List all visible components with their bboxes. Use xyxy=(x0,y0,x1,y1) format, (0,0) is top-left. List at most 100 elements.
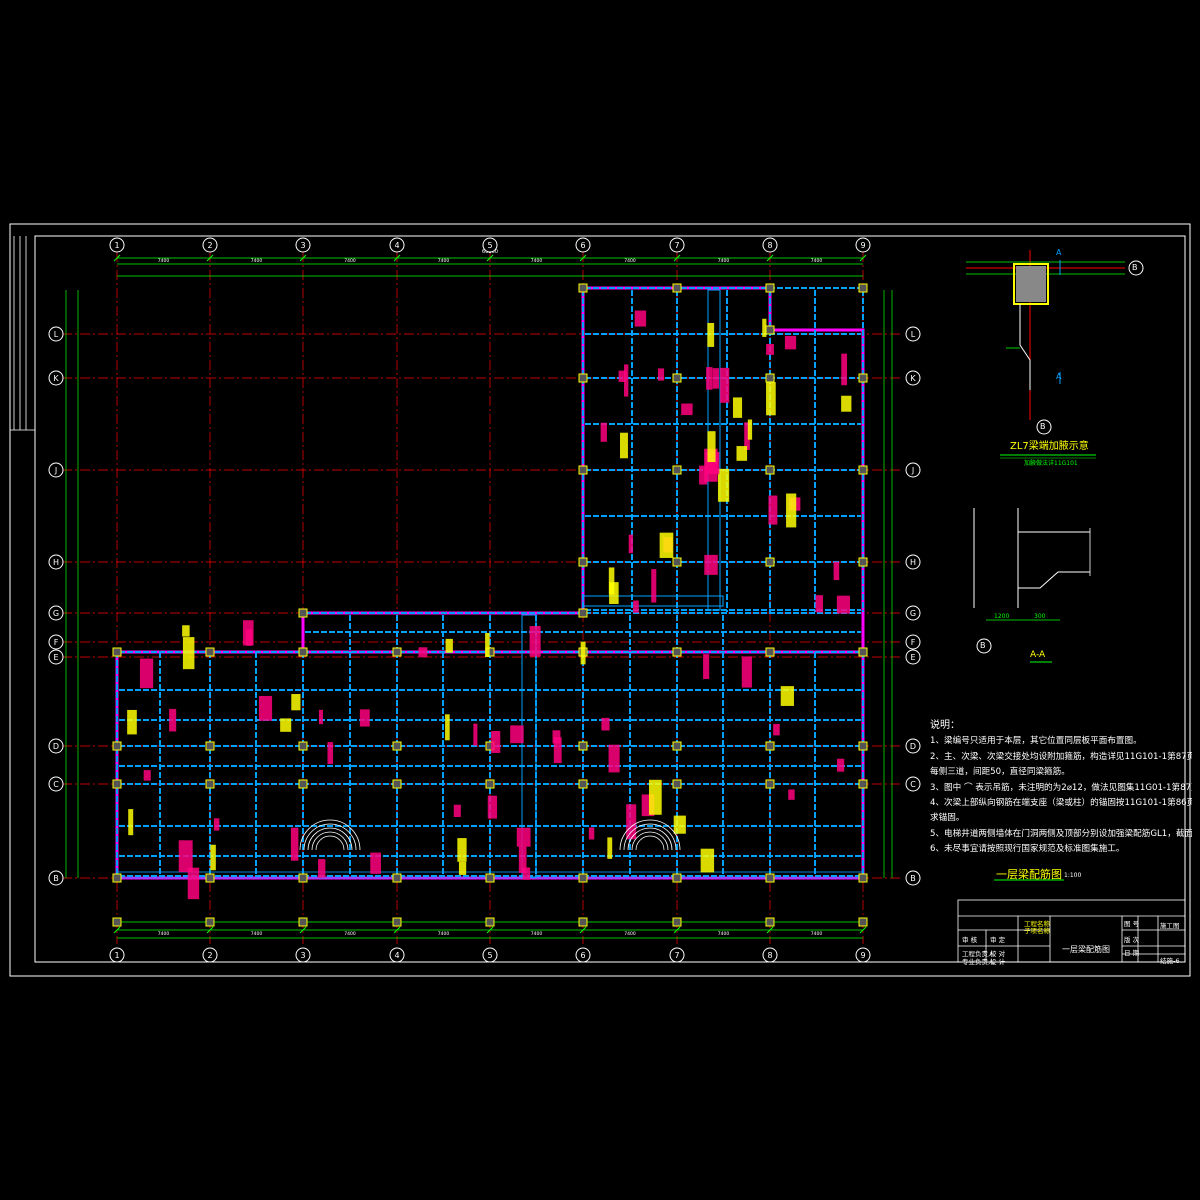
axis-label: D xyxy=(910,742,916,751)
beam-label xyxy=(815,595,823,613)
column xyxy=(765,557,775,567)
section-mark-top: A xyxy=(1056,248,1062,257)
column xyxy=(205,873,215,883)
note-item: 4、次梁上部纵向钢筋在端支座（梁或柱）的锚固按11G101-1第86页中铰接的要 xyxy=(930,798,1192,809)
column xyxy=(765,917,775,927)
tb-design: 设 计 xyxy=(990,958,1006,966)
tb-ver: 版 次 xyxy=(1124,936,1140,944)
axis-label: 6 xyxy=(580,241,585,250)
beam-label xyxy=(634,310,647,327)
axis-label: F xyxy=(911,638,916,647)
beam-label xyxy=(720,367,730,403)
column xyxy=(765,779,775,789)
column xyxy=(858,741,868,751)
bay-dim-bottom: 7400 xyxy=(718,931,730,937)
beam-label xyxy=(659,532,674,558)
bay-dim-top: 7400 xyxy=(531,258,543,264)
detail-a-title: ZL7梁端加腋示意 xyxy=(1010,441,1089,452)
bay-dim-top: 7400 xyxy=(251,258,263,264)
column xyxy=(205,917,215,927)
beam-label xyxy=(318,709,323,725)
beam-label xyxy=(529,626,541,657)
axis-label: 1 xyxy=(114,951,119,960)
column xyxy=(765,465,775,475)
axis-label: 6 xyxy=(580,951,585,960)
beam-label xyxy=(291,694,301,711)
column xyxy=(578,465,588,475)
drawing-canvas[interactable]: 6820074007400740074007400740074007400740… xyxy=(0,0,1200,1200)
column xyxy=(578,373,588,383)
bay-dim-top: 7400 xyxy=(438,258,450,264)
beam-label xyxy=(258,696,273,721)
beam-label xyxy=(588,827,595,840)
beam-label xyxy=(788,789,795,800)
bay-dim-bottom: 7400 xyxy=(344,931,356,937)
beam-label xyxy=(290,827,299,861)
bay-dim-top: 7400 xyxy=(344,258,356,264)
axis-label: L xyxy=(911,330,916,339)
beam-label xyxy=(780,686,794,706)
column xyxy=(485,873,495,883)
background xyxy=(0,0,1200,1200)
axis-label: K xyxy=(910,374,916,383)
beam-label xyxy=(707,322,715,347)
tb-drawing-name: 一层梁配筋图 xyxy=(1062,945,1110,954)
axis-label: 4 xyxy=(394,951,399,960)
detail-section-dim-2: 300 xyxy=(1034,613,1046,620)
column xyxy=(578,873,588,883)
beam-label xyxy=(651,569,657,603)
bay-dim-top: 7400 xyxy=(811,258,823,264)
beam-label xyxy=(786,493,797,528)
detail-a-axis-label: B xyxy=(1132,263,1138,272)
note-item: 5、电梯井道两侧墙体在门洞两侧及顶部分别设加强梁配筋GL1，截面及配筋见详图。 xyxy=(930,828,1192,839)
axis-label: 3 xyxy=(300,241,305,250)
beam-label xyxy=(628,534,633,554)
axis-label: 3 xyxy=(300,951,305,960)
bay-dim-bottom: 7400 xyxy=(811,931,823,937)
beam-label xyxy=(648,779,662,815)
column xyxy=(392,917,402,927)
column xyxy=(765,373,775,383)
bay-dim-bottom: 7400 xyxy=(438,931,450,937)
column xyxy=(765,283,775,293)
column xyxy=(392,741,402,751)
beam-label xyxy=(741,656,752,688)
beam-label xyxy=(418,647,428,658)
beam-label xyxy=(762,318,767,337)
beam-label xyxy=(768,495,778,525)
beam-label xyxy=(510,725,524,744)
beam-label xyxy=(784,335,797,350)
beam-label xyxy=(681,403,693,416)
drawing-title: 一层梁配筋图 xyxy=(996,868,1062,881)
beam-label xyxy=(607,837,613,859)
tb-stage: 施工图 xyxy=(1160,922,1180,930)
beam-label xyxy=(620,432,628,459)
column xyxy=(298,779,308,789)
note-item: 2、主、次梁、次梁交接处均设附加箍筋，构造详见11G101-1第87页， xyxy=(930,751,1192,762)
beam-label xyxy=(473,723,478,746)
column xyxy=(298,647,308,657)
column xyxy=(672,465,682,475)
column xyxy=(578,608,588,618)
column xyxy=(578,917,588,927)
beam-label xyxy=(609,582,619,604)
column xyxy=(858,283,868,293)
beam-label xyxy=(457,838,467,862)
tb-date: 日 期 xyxy=(1124,949,1140,957)
bay-dim-top: 7400 xyxy=(718,258,730,264)
axis-label: J xyxy=(54,466,57,475)
beam-label xyxy=(773,723,780,736)
column xyxy=(112,873,122,883)
column xyxy=(858,917,868,927)
beam-label xyxy=(700,848,715,873)
beam-label xyxy=(242,620,254,646)
beam-label xyxy=(522,867,531,880)
beam-label xyxy=(836,758,845,772)
axis-label: 1 xyxy=(114,241,119,250)
detail-section-axis: B xyxy=(980,641,986,650)
beam-label xyxy=(736,446,748,461)
beam-label xyxy=(187,867,200,900)
beam-label xyxy=(833,561,840,581)
axis-label: G xyxy=(910,609,916,618)
beam-label xyxy=(657,368,665,381)
